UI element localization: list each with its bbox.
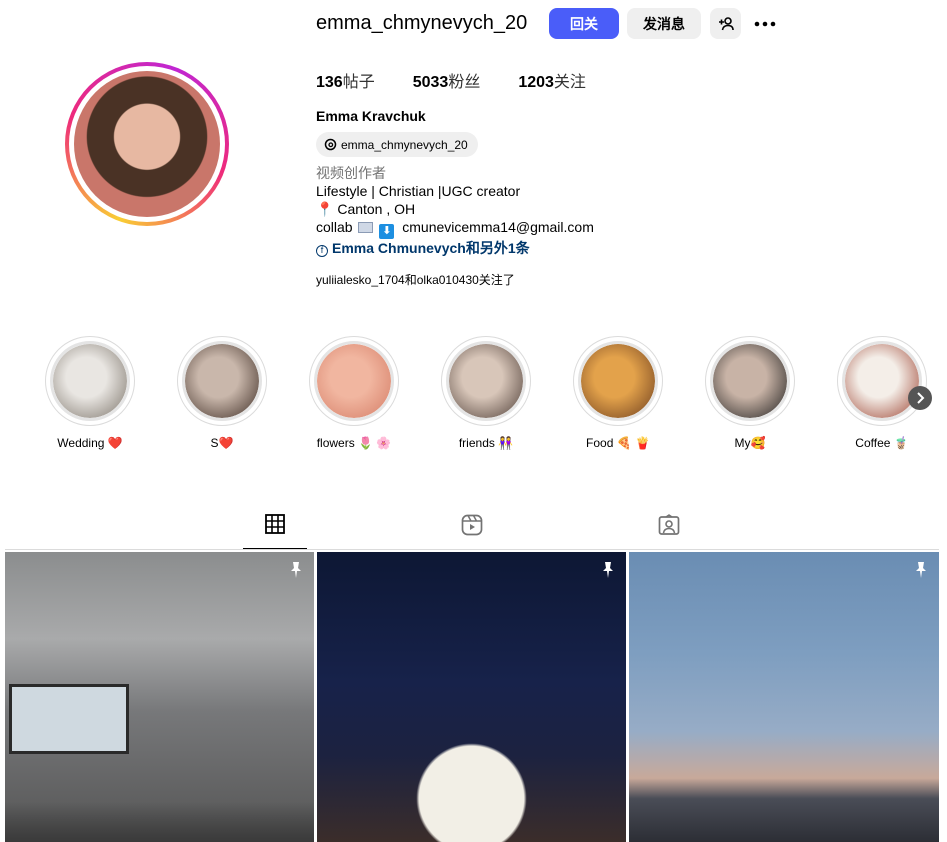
highlight-ring-inner: [578, 341, 658, 421]
followers-value: 5033: [412, 74, 449, 91]
highlight-cover: [581, 344, 655, 418]
highlight-cover: [845, 344, 919, 418]
highlight-ring: [837, 336, 927, 426]
category-label: 视频创作者: [316, 165, 386, 181]
followed-by[interactable]: yuliialesko_1704和olka010430关注了: [316, 271, 515, 288]
following-value: 1203: [518, 74, 554, 91]
post-image-detail: [5, 802, 314, 842]
tabs-divider: [5, 549, 939, 550]
follow-back-button[interactable]: 回关: [549, 8, 619, 39]
highlight-ring: [177, 336, 267, 426]
highlight-cover: [185, 344, 259, 418]
bio-email: cmunevicemma14@gmail.com: [402, 219, 594, 235]
location-pin-icon: 📍: [316, 201, 334, 217]
suggested-users-button[interactable]: [710, 8, 741, 39]
pinned-icon: [916, 562, 926, 578]
add-user-icon: [718, 16, 734, 30]
bio-location: Canton , OH: [337, 201, 416, 217]
highlight-label: friends 👭: [458, 436, 514, 450]
profile-avatar[interactable]: [65, 62, 229, 226]
chevron-right-icon: [917, 392, 925, 404]
avatar-photo: [74, 71, 220, 217]
message-button[interactable]: 发消息: [627, 8, 701, 39]
following-label: 关注: [553, 74, 586, 91]
more-options-button[interactable]: [750, 8, 780, 39]
highlight-label: S❤️: [210, 436, 234, 450]
more-icon: [754, 21, 776, 26]
bio-line: Lifestyle | Christian |UGC creator: [316, 183, 521, 199]
highlight-cover: [53, 344, 127, 418]
tagged-user-icon: [658, 514, 680, 535]
envelope-icon: [358, 222, 374, 233]
grid-icon: [265, 514, 285, 534]
highlight-label: Food 🍕 🍟: [586, 436, 650, 450]
post-thumbnail[interactable]: [629, 552, 939, 842]
highlight-ring: [705, 336, 795, 426]
highlight-ring-inner: [182, 341, 262, 421]
highlight-item[interactable]: flowers 🌷 🌸: [309, 336, 399, 450]
highlight-ring: [45, 336, 135, 426]
full-name: Emma Kravchuk: [316, 108, 426, 124]
tab-tagged[interactable]: [637, 514, 701, 550]
story-highlights: Wedding ❤️ S❤️ flowers 🌷 🌸 friends 👭 Food 🍕 …: [45, 336, 945, 456]
reels-icon: [461, 514, 483, 536]
highlight-item[interactable]: Food 🍕 🍟: [573, 336, 663, 450]
highlights-next-button[interactable]: [908, 386, 932, 410]
avatar-border: [69, 66, 225, 222]
highlight-ring: [309, 336, 399, 426]
tab-posts[interactable]: [243, 514, 307, 550]
following-count[interactable]: 1203关注: [518, 68, 586, 92]
highlight-label: Coffee 🧋: [855, 436, 909, 450]
post-thumbnail[interactable]: [317, 552, 626, 842]
bio-location-line: 📍 Canton , OH: [316, 200, 594, 218]
threads-handle: emma_chmynevych_20: [341, 137, 468, 152]
highlight-cover: [713, 344, 787, 418]
posts-count: 136帖子: [316, 68, 375, 92]
highlight-ring-inner: [314, 341, 394, 421]
bio-links[interactable]: f Emma Chmunevych和另外1条: [316, 239, 594, 257]
highlight-cover: [317, 344, 391, 418]
followers-count[interactable]: 5033粉丝: [413, 68, 481, 92]
post-thumbnail[interactable]: [5, 552, 314, 842]
highlight-label: My🥰: [734, 436, 766, 450]
highlight-ring-inner: [50, 341, 130, 421]
username: emma_chmynevych_20: [316, 12, 528, 34]
highlight-label: Wedding ❤️: [57, 436, 123, 450]
bio-collab-prefix: collab: [316, 219, 353, 235]
highlight-item[interactable]: S❤️: [177, 336, 267, 450]
post-image-detail: [9, 684, 129, 754]
pinned-icon: [603, 562, 613, 578]
bio-collab-line: collab ⬇ cmunevicemma14@gmail.com: [316, 218, 594, 239]
highlight-item[interactable]: friends 👭: [441, 336, 531, 450]
highlight-ring: [573, 336, 663, 426]
highlight-ring-inner: [710, 341, 790, 421]
highlight-ring-inner: [446, 341, 526, 421]
highlight-label: flowers 🌷 🌸: [316, 436, 392, 450]
highlight-cover: [449, 344, 523, 418]
facebook-icon: f: [316, 245, 328, 257]
pinned-icon: [291, 562, 301, 578]
bio-link[interactable]: Emma Chmunevych和另外1条: [332, 240, 530, 256]
highlight-item[interactable]: My🥰: [705, 336, 795, 450]
threads-icon: [324, 138, 337, 151]
highlight-ring: [441, 336, 531, 426]
threads-badge[interactable]: emma_chmynevych_20: [316, 132, 478, 157]
highlight-ring-inner: [842, 341, 922, 421]
profile-stats: 136帖子 5033粉丝 1203关注: [316, 68, 624, 92]
posts-label: 帖子: [342, 74, 375, 91]
followers-label: 粉丝: [448, 74, 481, 91]
down-arrow-icon: ⬇: [379, 224, 395, 239]
bio: 视频创作者 Lifestyle | Christian |UGC creator…: [316, 164, 594, 257]
posts-value: 136: [316, 74, 343, 91]
tab-reels[interactable]: [440, 514, 504, 550]
highlight-item[interactable]: Wedding ❤️: [45, 336, 135, 450]
